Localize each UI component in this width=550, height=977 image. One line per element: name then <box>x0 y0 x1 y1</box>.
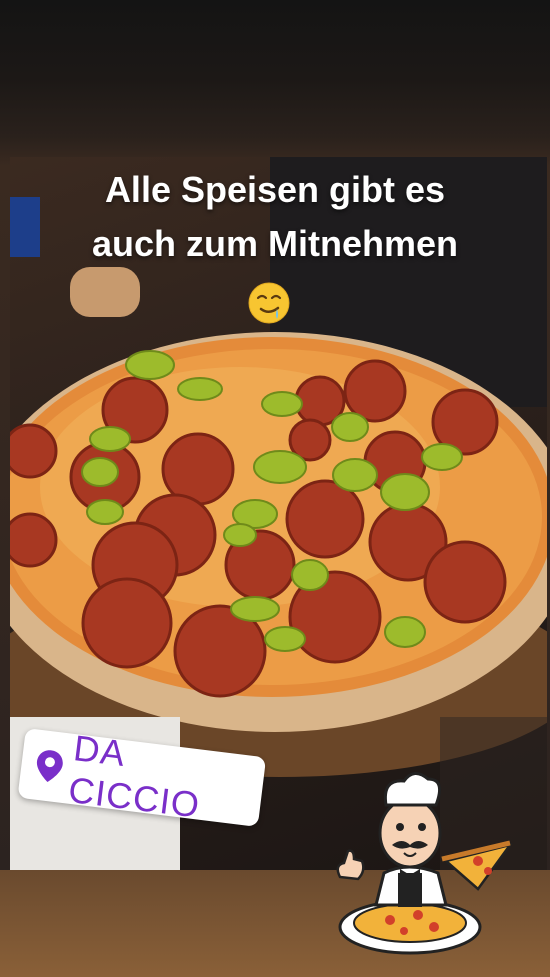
caption-line-2: auch zum Mitnehmen <box>91 223 459 264</box>
drooling-face-icon <box>248 282 290 324</box>
chef-with-pizza-icon <box>336 772 514 955</box>
caption-line-1: Alle Speisen gibt es <box>104 169 446 210</box>
story-caption: Alle Speisen gibt es auch zum Mitnehmen <box>0 163 550 271</box>
location-pin-icon <box>36 750 63 782</box>
